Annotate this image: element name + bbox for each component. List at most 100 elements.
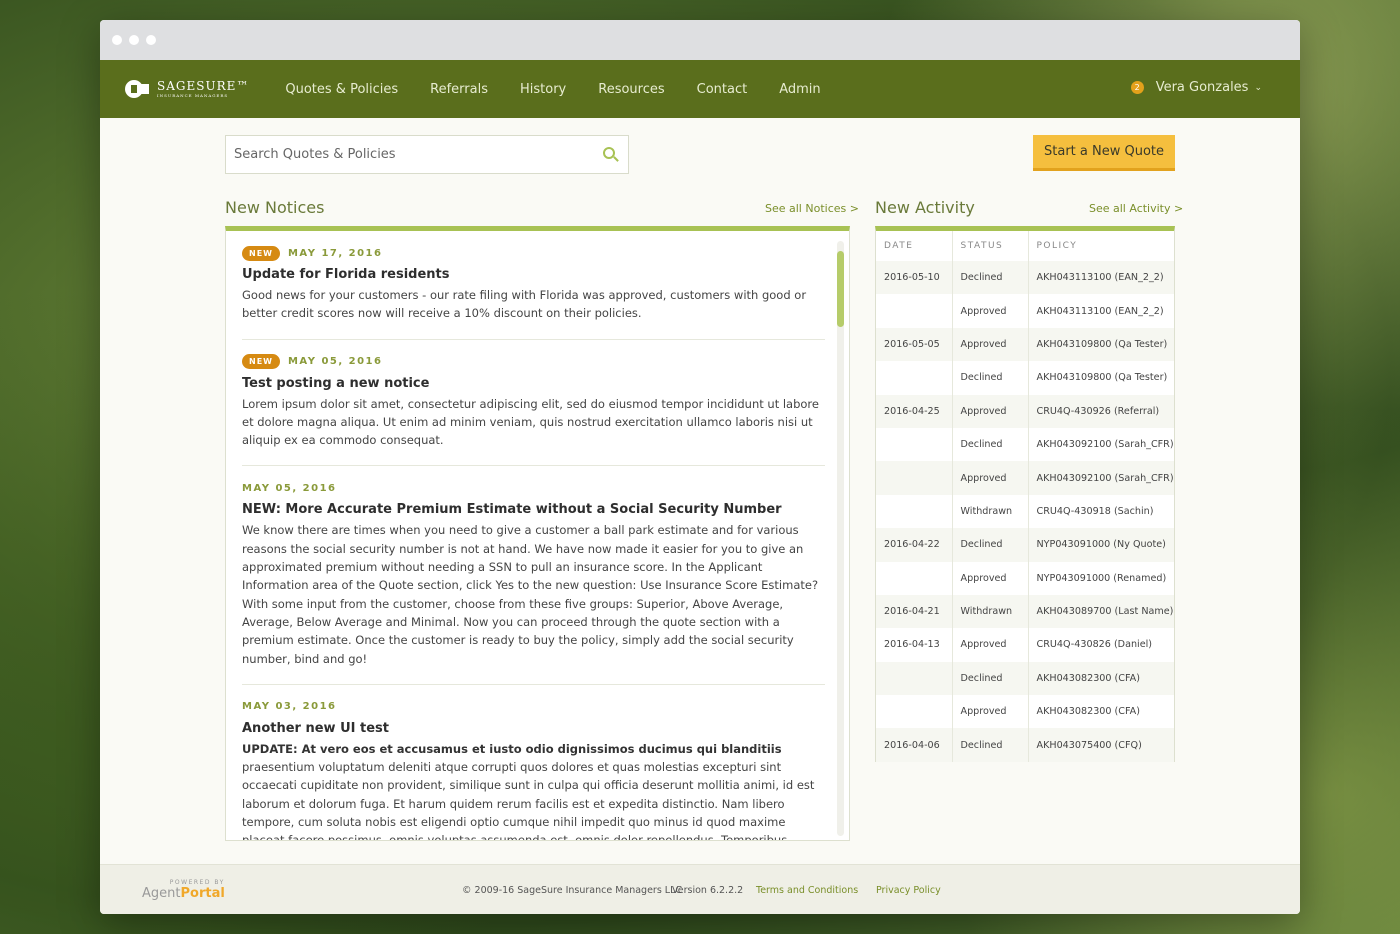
terms-link[interactable]: Terms and Conditions	[756, 885, 858, 896]
activity-date-cell: 2016-04-06	[876, 728, 953, 762]
activity-policy-cell[interactable]: AKH043092100 (Sarah_CFR)	[1028, 428, 1174, 461]
activity-row[interactable]: 2016-05-05 Approved AKH043109800 (Qa Teste…	[876, 327, 1174, 362]
activity-row[interactable]: 2016-04-21 Withdrawn AKH043089700 (Last Na…	[876, 594, 1174, 629]
activity-row[interactable]: 2016-04-06 Declined AKH043075400 (CFQ)	[876, 728, 1174, 762]
scrollbar-thumb[interactable]	[837, 251, 844, 327]
activity-policy-cell[interactable]: AKH043089700 (Last Name)	[1028, 594, 1174, 629]
notice-body-bold: UPDATE: At vero eos et accusamus et iust…	[242, 741, 782, 756]
new-badge: NEW	[242, 245, 280, 261]
logo-text: SAGESURE™ INSURANCE MANAGERS	[157, 79, 250, 98]
new-badge: NEW	[242, 354, 280, 370]
activity-policy-cell[interactable]: CRU4Q-430826 (Daniel)	[1028, 628, 1174, 661]
activity-date-cell	[876, 294, 953, 328]
activity-date-cell: 2016-04-21	[876, 594, 953, 629]
activity-row[interactable]: 2016-04-25 Approved CRU4Q-430926 (Referral…	[876, 394, 1174, 428]
activity-status-cell: Approved	[952, 294, 1029, 328]
activity-row[interactable]: Declined AKH043109800 (Qa Tester)	[876, 361, 1174, 395]
nav-admin[interactable]: Admin	[779, 82, 820, 97]
activity-policy-cell[interactable]: AKH043113100 (EAN_2_2)	[1028, 294, 1174, 327]
activity-row[interactable]: Approved NYP043091000 (Renamed)	[876, 561, 1174, 595]
activity-policy-cell[interactable]: AKH043082300 (CFA)	[1028, 661, 1174, 696]
activity-row[interactable]: 2016-05-10 Declined AKH043113100 (EAN_2_2)	[876, 261, 1174, 295]
see-all-notices-link[interactable]: See all Notices >	[765, 202, 859, 215]
activity-policy-cell[interactable]: AKH043109800 (Qa Tester)	[1028, 327, 1174, 362]
window-dot-maximize[interactable]	[146, 35, 156, 45]
notice-body-text: Good news for your customers - our rate …	[242, 288, 807, 321]
activity-row[interactable]: Declined AKH043092100 (Sarah_CFR)	[876, 427, 1174, 462]
user-menu[interactable]: 2 Vera Gonzales ⌄	[1130, 80, 1262, 95]
activity-title: New Activity	[875, 198, 975, 217]
notice-meta: NEW MAY 05, 2016	[242, 354, 825, 370]
activity-policy-cell[interactable]: AKH043082300 (CFA)	[1028, 695, 1174, 728]
notice-body-text: We know there are times when you need to…	[242, 523, 819, 666]
activity-row[interactable]: Declined AKH043082300 (CFA)	[876, 661, 1174, 696]
notice-title[interactable]: Test posting a new notice	[242, 376, 825, 391]
activity-date-cell: 2016-05-05	[876, 327, 953, 362]
activity-status-cell: Declined	[952, 728, 1029, 762]
notice-body: Lorem ipsum dolor sit amet, consectetur …	[242, 395, 825, 450]
notice-item[interactable]: NEW MAY 05, 2016 Test posting a new notice…	[242, 340, 825, 467]
activity-row[interactable]: 2016-04-22 Declined NYP043091000 (Ny Quote…	[876, 528, 1174, 562]
notices-panel: NEW MAY 17, 2016 Update for Florida reside…	[225, 226, 850, 841]
notice-date: MAY 17, 2016	[287, 247, 383, 259]
activity-status-cell: Approved	[952, 561, 1029, 595]
activity-row[interactable]: 2016-04-13 Approved CRU4Q-430826 (Daniel)	[876, 628, 1174, 662]
see-all-activity-link[interactable]: See all Activity >	[1089, 202, 1183, 215]
notice-title[interactable]: Update for Florida residents	[242, 267, 825, 282]
notice-body-text: Lorem ipsum dolor sit amet, consectetur …	[242, 396, 819, 448]
version-text: Version 6.2.2.2	[672, 885, 744, 896]
window-dot-minimize[interactable]	[129, 35, 139, 45]
notice-title[interactable]: NEW: More Accurate Premium Estimate with…	[242, 502, 825, 517]
notice-item[interactable]: MAY 05, 2016 NEW: More Accurate Premium E…	[242, 466, 825, 685]
top-navbar: SAGESURE™ INSURANCE MANAGERS Quotes & Po…	[100, 60, 1300, 118]
notice-item[interactable]: NEW MAY 17, 2016 Update for Florida reside…	[242, 231, 825, 340]
activity-row[interactable]: Withdrawn CRU4Q-430918 (Sachin)	[876, 494, 1174, 529]
notice-list: NEW MAY 17, 2016 Update for Florida reside…	[226, 231, 849, 841]
activity-policy-cell[interactable]: CRU4Q-430918 (Sachin)	[1028, 495, 1174, 528]
agentportal-logo: POWERED BY AgentPortal	[142, 879, 225, 901]
activity-date-cell: 2016-04-25	[876, 394, 953, 428]
activity-policy-cell[interactable]: NYP043091000 (Renamed)	[1028, 562, 1174, 595]
nav-referrals[interactable]: Referrals	[430, 82, 488, 97]
activity-policy-cell[interactable]: AKH043075400 (CFQ)	[1028, 728, 1174, 762]
window-dot-close[interactable]	[112, 35, 122, 45]
nav-history[interactable]: History	[520, 82, 566, 97]
activity-policy-cell[interactable]: AKH043113100 (EAN_2_2)	[1028, 261, 1174, 295]
activity-status-cell: Approved	[952, 695, 1029, 729]
activity-policy-cell[interactable]: AKH043109800 (Qa Tester)	[1028, 361, 1174, 394]
notices-title: New Notices	[225, 198, 325, 217]
notice-meta: MAY 05, 2016	[242, 480, 825, 496]
activity-policy-cell[interactable]: NYP043091000 (Ny Quote)	[1028, 528, 1174, 562]
activity-panel: DATE STATUS POLICY 2016-05-10 Declined AKH…	[875, 226, 1175, 762]
start-new-quote-button[interactable]: Start a New Quote	[1033, 135, 1175, 171]
activity-row[interactable]: Approved AKH043082300 (CFA)	[876, 695, 1174, 729]
activity-status-cell: Declined	[952, 661, 1029, 696]
notification-count-badge[interactable]: 2	[1130, 81, 1144, 94]
notice-body: Good news for your customers - our rate …	[242, 286, 825, 323]
chevron-down-icon: ⌄	[1254, 82, 1262, 93]
activity-header-row: DATE STATUS POLICY	[876, 231, 1174, 261]
notice-title[interactable]: Another new UI test	[242, 721, 825, 736]
main-content: Start a New Quote New Notices See all No…	[100, 118, 1300, 864]
window-chrome	[100, 20, 1300, 60]
search-icon[interactable]	[602, 146, 620, 164]
search-box	[225, 135, 629, 174]
nav-resources[interactable]: Resources	[598, 82, 664, 97]
activity-policy-cell[interactable]: CRU4Q-430926 (Referral)	[1028, 394, 1174, 428]
notices-scrollbar[interactable]	[837, 241, 844, 836]
activity-row[interactable]: Approved AKH043092100 (Sarah_CFR)	[876, 461, 1174, 495]
activity-table: DATE STATUS POLICY 2016-05-10 Declined AKH…	[876, 231, 1174, 762]
user-name: Vera Gonzales	[1155, 80, 1249, 95]
activity-policy-cell[interactable]: AKH043092100 (Sarah_CFR)	[1028, 461, 1174, 495]
notice-body-text: praesentium voluptatum deleniti atque co…	[242, 760, 815, 841]
activity-row[interactable]: Approved AKH043113100 (EAN_2_2)	[876, 294, 1174, 328]
search-input[interactable]	[234, 147, 602, 162]
footer: POWERED BY AgentPortal © 2009-16 SageSur…	[100, 864, 1300, 914]
nav-quotes-policies[interactable]: Quotes & Policies	[285, 82, 398, 97]
privacy-link[interactable]: Privacy Policy	[876, 885, 941, 896]
notice-item[interactable]: MAY 03, 2016 Another new UI test UPDATE: A…	[242, 685, 825, 841]
activity-date-cell	[876, 461, 953, 495]
notice-meta: MAY 03, 2016	[242, 699, 825, 715]
sagesure-logo[interactable]: SAGESURE™ INSURANCE MANAGERS	[125, 79, 249, 99]
nav-contact[interactable]: Contact	[697, 82, 748, 97]
